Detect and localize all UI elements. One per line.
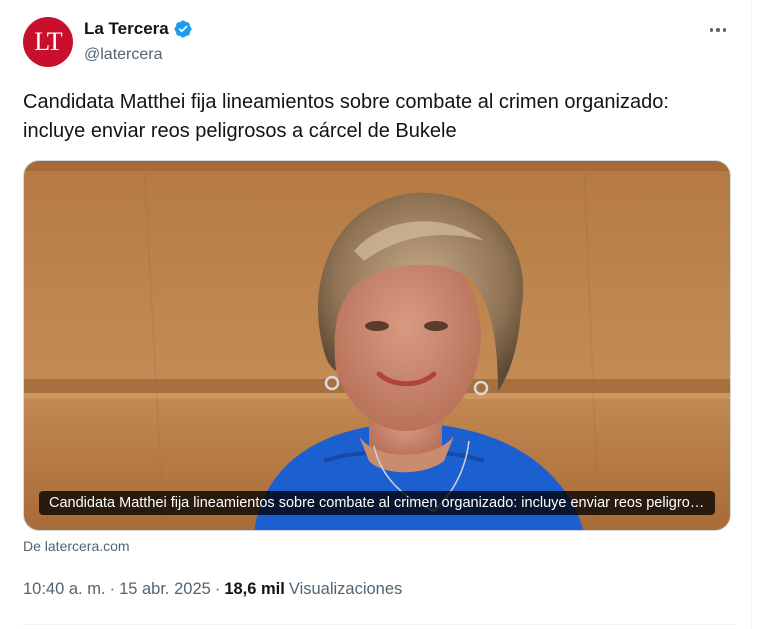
tweet-date[interactable]: 15 abr. 2025 [119, 580, 211, 599]
avatar[interactable]: LT [23, 17, 73, 67]
tweet-text: Candidata Matthei fija lineamientos sobr… [23, 91, 669, 142]
author-name-row[interactable]: La Tercera [84, 19, 193, 39]
news-photo [24, 161, 730, 530]
divider [23, 624, 735, 625]
tweet-time[interactable]: 10:40 a. m. [23, 580, 106, 599]
media-caption: Candidata Matthei fija lineamientos sobr… [39, 491, 715, 515]
display-name[interactable]: La Tercera [84, 19, 169, 39]
verified-badge-icon [173, 19, 193, 39]
tweet-card[interactable]: LT La Tercera @latercera Candidata Matth… [0, 0, 752, 629]
author-handle[interactable]: @latercera [84, 46, 163, 64]
more-dots-icon [709, 28, 714, 32]
meta-separator: · [109, 580, 116, 598]
views-count: 18,6 mil [224, 580, 285, 598]
avatar-logo-text: LT [34, 27, 62, 56]
link-card-image[interactable]: Candidata Matthei fija lineamientos sobr… [23, 160, 731, 531]
link-source[interactable]: De latercera.com [23, 538, 130, 554]
tweet-metadata: 10:40 a. m. · 15 abr. 2025 · 18,6 mil Vi… [23, 580, 402, 599]
meta-separator: · [214, 580, 221, 598]
views-label: Visualizaciones [288, 580, 403, 598]
more-options-button[interactable] [706, 18, 730, 42]
